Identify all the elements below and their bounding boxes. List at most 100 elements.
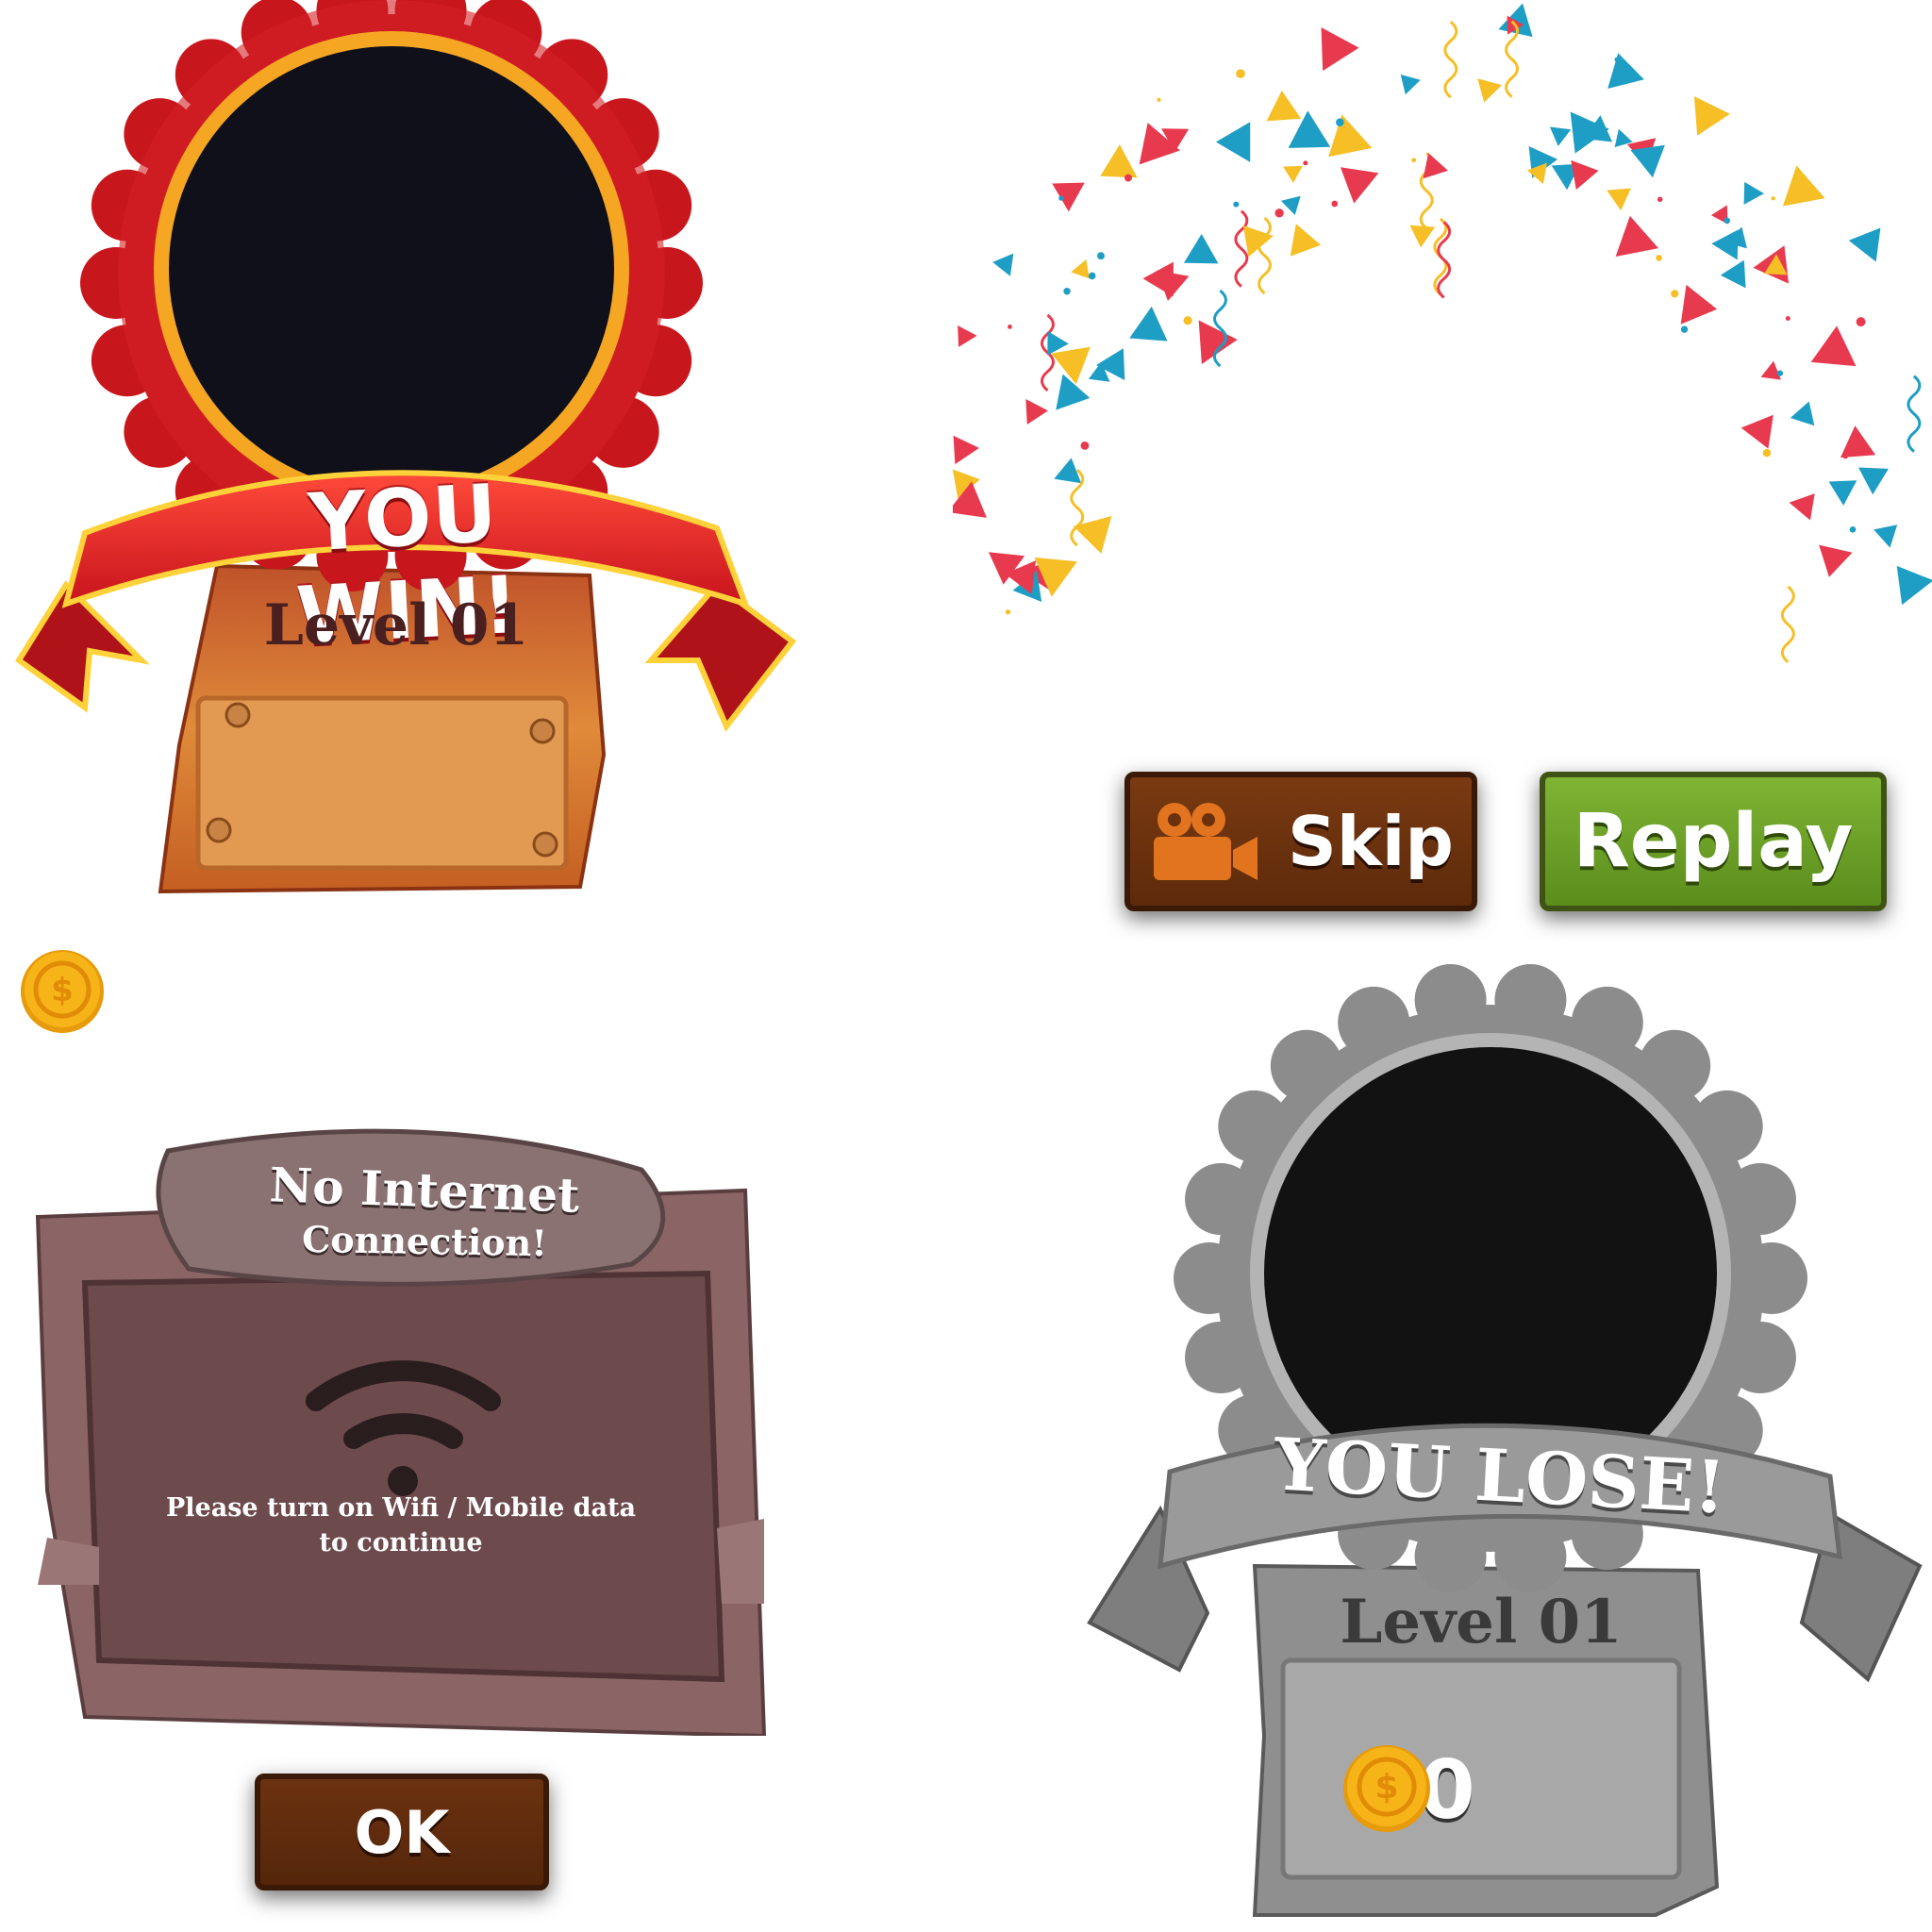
confetti-piece: [1785, 316, 1790, 322]
confetti-piece: [1790, 401, 1815, 426]
ok-label: OK: [354, 1797, 450, 1867]
confetti-piece: [1234, 209, 1249, 288]
win-panel: YOU WIN! Level 01: [0, 0, 811, 924]
confetti-piece: [1257, 216, 1272, 295]
confetti-piece: [992, 253, 1014, 276]
confetti-piece: [1198, 320, 1238, 364]
coin-counter: $ 00: [1341, 1743, 1643, 1838]
confetti-piece: [1008, 325, 1012, 329]
title-line-1: No Internet: [268, 1157, 581, 1224]
confetti-piece: [1194, 248, 1203, 258]
confetti-piece: [1400, 74, 1421, 95]
ok-button[interactable]: OK: [255, 1774, 549, 1890]
confetti-piece: [1212, 289, 1227, 368]
confetti-piece: [1336, 118, 1344, 126]
confetti-piece: [1840, 425, 1876, 458]
confetti-decoration: [953, 3, 1932, 664]
coin-icon: $: [21, 950, 104, 1033]
confetti-piece: [1303, 160, 1308, 166]
confetti-piece: [1607, 53, 1644, 89]
confetti-piece: [1656, 255, 1662, 261]
lose-level-label: Level 01: [1340, 1587, 1623, 1657]
confetti-piece: [1423, 153, 1449, 179]
confetti-piece: [1857, 467, 1889, 495]
confetti-piece: [1762, 448, 1772, 458]
confetti-piece: [1810, 325, 1857, 367]
svg-text:$: $: [51, 972, 74, 1009]
confetti-piece: [1282, 165, 1303, 183]
confetti-piece: [1896, 565, 1932, 606]
confetti-piece: [1828, 480, 1857, 506]
confetti-piece: [1183, 316, 1192, 325]
confetti-piece: [1819, 544, 1853, 577]
confetti-piece: [1848, 227, 1881, 262]
confetti-piece: [1005, 609, 1011, 615]
confetti-piece: [1842, 454, 1848, 459]
confetti-piece: [1907, 375, 1922, 453]
confetti-piece: [1693, 96, 1730, 136]
confetti-piece: [1088, 272, 1096, 280]
confetti-piece: [1025, 399, 1049, 425]
confetti-piece: [1215, 122, 1251, 162]
title-line-2: Connection!: [301, 1217, 548, 1265]
confetti-piece: [1615, 215, 1659, 257]
coin-icon: $: [1343, 1745, 1430, 1832]
confetti-piece: [1411, 158, 1417, 163]
confetti-piece: [1671, 290, 1679, 298]
confetti-piece: [1052, 182, 1085, 212]
no-internet-message: Please turn on Wifi / Mobile data to con…: [132, 1491, 670, 1560]
confetti-piece: [1157, 97, 1161, 102]
confetti-piece: [1340, 167, 1379, 204]
message-line-2: to continue: [319, 1528, 483, 1557]
confetti-piece: [1630, 144, 1665, 178]
confetti-piece: [1720, 259, 1746, 289]
confetti-piece: [1443, 21, 1458, 99]
confetti-piece: [1058, 195, 1064, 201]
confetti-piece: [1607, 188, 1631, 211]
confetti-piece: [1614, 57, 1620, 62]
skip-button[interactable]: Skip: [1124, 772, 1477, 911]
confetti-piece: [1743, 181, 1764, 205]
replay-label: Replay: [1573, 799, 1854, 884]
confetti-piece: [1124, 174, 1132, 182]
confetti-piece: [1549, 126, 1572, 146]
confetti-piece: [1063, 288, 1071, 295]
confetti-piece: [1274, 208, 1284, 218]
confetti-piece: [958, 325, 977, 347]
confetti-piece: [1321, 26, 1359, 72]
confetti-piece: [1849, 525, 1857, 533]
confetti-piece: [1100, 144, 1138, 178]
confetti-piece: [1776, 370, 1784, 376]
confetti-piece: [1780, 585, 1795, 664]
confetti-piece: [1080, 441, 1090, 450]
confetti-piece: [1236, 69, 1245, 78]
confetti-piece: [1477, 78, 1503, 103]
confetti-piece: [1129, 306, 1168, 341]
video-camera-icon: [1154, 803, 1258, 880]
confetti-piece: [1290, 224, 1322, 257]
confetti-piece: [1657, 196, 1663, 203]
confetti-piece: [1280, 195, 1301, 216]
confetti-piece: [1724, 217, 1731, 225]
confetti-piece: [1054, 458, 1082, 484]
no-internet-title: No Internet Connection!: [179, 1157, 670, 1264]
confetti-piece: [1771, 196, 1775, 201]
confetti-piece: [1097, 252, 1105, 260]
lose-panel: YOU LOSE! Level 01 $ 00: [1075, 962, 1932, 1932]
confetti-piece: [1071, 258, 1090, 279]
confetti-piece: [1740, 414, 1774, 449]
skip-label: Skip: [1288, 802, 1454, 881]
win-level-label: Level 01: [263, 592, 529, 658]
confetti-piece: [1680, 325, 1689, 333]
replay-button[interactable]: Replay: [1540, 772, 1887, 911]
message-line-1: Please turn on Wifi / Mobile data: [165, 1493, 636, 1523]
no-internet-panel: No Internet Connection! Please turn on W…: [28, 1113, 774, 1736]
win-medal-graphic: [14, 0, 797, 894]
confetti-piece: [1331, 200, 1339, 208]
confetti-piece: [1856, 317, 1866, 327]
svg-text:$: $: [1374, 1768, 1398, 1807]
confetti-piece: [1409, 225, 1436, 248]
confetti-piece: [1571, 159, 1599, 191]
confetti-piece: [1680, 284, 1718, 325]
confetti-piece: [1498, 3, 1533, 38]
